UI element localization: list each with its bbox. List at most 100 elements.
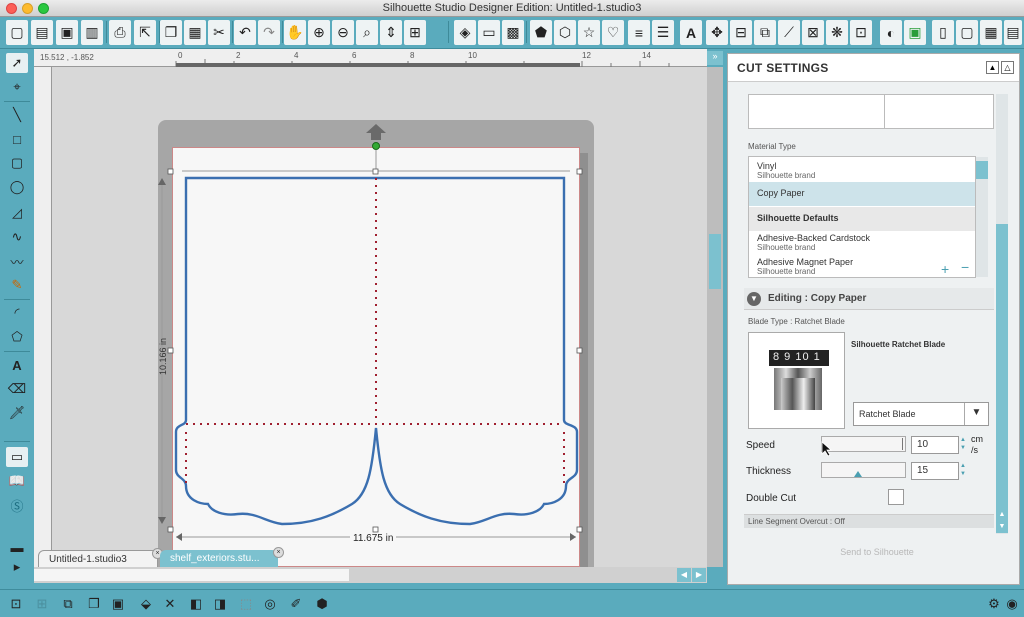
line-style-icon[interactable]: ≡ bbox=[628, 20, 650, 45]
print-icon[interactable]: ⎙ bbox=[109, 20, 131, 45]
knife-tool-icon[interactable]: 🗡 bbox=[6, 403, 28, 423]
arc-tool-icon[interactable]: ◜ bbox=[6, 303, 28, 323]
rectangle-tool-icon[interactable]: □ bbox=[6, 129, 28, 149]
transform-icon[interactable]: ✥ bbox=[706, 20, 728, 45]
remove-material-icon[interactable]: − bbox=[961, 259, 969, 275]
polygon-tool-icon[interactable]: ◿ bbox=[6, 203, 28, 223]
send-to-silhouette-button[interactable]: Send to Silhouette bbox=[748, 544, 1006, 562]
zoom-drag-icon[interactable]: ⇕ bbox=[380, 20, 402, 45]
double-cut-checkbox[interactable] bbox=[888, 489, 904, 505]
bring-forward-icon[interactable]: ◧ bbox=[186, 594, 206, 614]
send-backward-icon[interactable]: ◨ bbox=[210, 594, 230, 614]
material-copy-paper[interactable]: Copy Paper bbox=[749, 182, 975, 206]
editing-header[interactable]: ▼ Editing : Copy Paper bbox=[744, 288, 994, 310]
grid-settings-icon[interactable]: ▦ bbox=[980, 20, 1002, 45]
line-segment-bar[interactable]: Line Segment Overcut : Off bbox=[744, 514, 994, 528]
fit-to-page-icon[interactable]: ⊞ bbox=[404, 20, 426, 45]
cut-settings-icon[interactable]: ▯ bbox=[932, 20, 954, 45]
hscroll-left-arrow[interactable]: ◀ bbox=[677, 568, 691, 582]
line-tool-icon[interactable]: ╲ bbox=[6, 105, 28, 125]
line-weight-icon[interactable]: ☰ bbox=[652, 20, 674, 45]
offset-icon[interactable]: ❋ bbox=[826, 20, 848, 45]
select-pointer-icon[interactable]: ➚ bbox=[6, 53, 28, 73]
copy-icon[interactable]: ❐ bbox=[160, 20, 182, 45]
shape-star-icon[interactable]: ☆ bbox=[578, 20, 600, 45]
canvas-vertical-scrollbar[interactable] bbox=[707, 67, 723, 567]
fill-color-icon[interactable]: ◈ bbox=[454, 20, 476, 45]
hscroll-thumb[interactable] bbox=[34, 569, 349, 581]
thickness-input[interactable]: 15 bbox=[911, 462, 959, 480]
play-arrow-icon[interactable]: ▸ bbox=[6, 557, 28, 577]
regular-polygon-icon[interactable]: ⬠ bbox=[6, 327, 28, 347]
trace-icon[interactable]: ⊡ bbox=[850, 20, 872, 45]
pencil-tool-icon[interactable]: ✎ bbox=[6, 275, 28, 295]
zoom-in-icon[interactable]: ⊕ bbox=[308, 20, 330, 45]
blade-type-select[interactable]: Ratchet Blade ▼ bbox=[853, 402, 989, 426]
shape-hexagon-icon[interactable]: ⬡ bbox=[554, 20, 576, 45]
canvas-vscroll-thumb[interactable] bbox=[709, 234, 721, 289]
align-icon[interactable]: ⊟ bbox=[730, 20, 752, 45]
zoom-reset-icon[interactable]: ◉ bbox=[1002, 594, 1022, 614]
library-icon[interactable]: ▥ bbox=[81, 20, 103, 45]
canvas-horizontal-scrollbar[interactable]: ◀ ▶ bbox=[34, 567, 707, 583]
send-to-cutter-icon[interactable]: ⇱ bbox=[134, 20, 156, 45]
shape-pentagon-icon[interactable]: ⬟ bbox=[530, 20, 552, 45]
shape-heart-icon[interactable]: ♡ bbox=[602, 20, 624, 45]
curve-tool-icon[interactable]: ∿ bbox=[6, 227, 28, 247]
undo-icon[interactable]: ↶ bbox=[234, 20, 256, 45]
thickness-stepper[interactable]: ▲ ▼ bbox=[960, 462, 968, 480]
bring-to-front-icon[interactable]: ⬚ bbox=[236, 594, 256, 614]
ellipse-tool-icon[interactable]: ◯ bbox=[6, 177, 28, 197]
offset-shape-icon[interactable]: ◎ bbox=[260, 594, 280, 614]
open-folder-icon[interactable]: ▤ bbox=[31, 20, 53, 45]
tab-untitled[interactable]: Untitled-1.studio3 × bbox=[38, 548, 163, 568]
panel-collapse-up-icon[interactable]: ▲ bbox=[986, 61, 999, 74]
cube-3d-icon[interactable]: ⬢ bbox=[312, 594, 332, 614]
panel-pin-icon[interactable]: △ bbox=[1001, 61, 1014, 74]
replicate-icon[interactable]: ⧉ bbox=[754, 20, 776, 45]
weld-icon[interactable]: ⬙ bbox=[136, 594, 156, 614]
tab-shelf-exteriors[interactable]: shelf_exteriors.stu... × bbox=[160, 547, 284, 568]
add-material-icon[interactable]: + bbox=[941, 261, 949, 277]
redo-icon[interactable]: ↷ bbox=[258, 20, 280, 45]
text-style-icon[interactable]: A bbox=[680, 20, 702, 45]
freehand-tool-icon[interactable]: 〰 bbox=[6, 251, 28, 271]
expand-circle-icon[interactable]: ▼ bbox=[747, 292, 761, 306]
material-vinyl[interactable]: Vinyl Silhouette brand bbox=[749, 159, 975, 183]
panel-scroll-thumb[interactable] bbox=[996, 224, 1008, 514]
library-view-icon[interactable]: 📖 bbox=[6, 471, 28, 491]
group-select-icon[interactable]: ⊡ bbox=[6, 594, 26, 614]
ungroup-icon[interactable]: ⊞ bbox=[32, 594, 52, 614]
rounded-rect-tool-icon[interactable]: ▢ bbox=[6, 153, 28, 173]
cutter-icon[interactable]: ▢ bbox=[956, 20, 978, 45]
knife-icon[interactable]: ⟋ bbox=[778, 20, 800, 45]
release-compound-icon[interactable]: ▣ bbox=[108, 594, 128, 614]
eraser-pen-icon[interactable]: ✐ bbox=[286, 594, 306, 614]
cut-scissors-icon[interactable]: ✂ bbox=[208, 20, 230, 45]
zoom-selection-icon[interactable]: ⌕ bbox=[356, 20, 378, 45]
speed-stepper[interactable]: ▲ ▼ bbox=[960, 436, 968, 454]
edit-points-icon[interactable]: ⌖ bbox=[6, 77, 28, 97]
hscroll-right-arrow[interactable]: ▶ bbox=[692, 568, 706, 582]
store-icon[interactable]: ▤ bbox=[1004, 20, 1022, 45]
panel-scroll-down[interactable]: ▼ bbox=[996, 521, 1008, 533]
settings-gear-icon[interactable]: ⚙ bbox=[984, 594, 1004, 614]
tab-close-icon[interactable]: × bbox=[273, 547, 284, 558]
registration-marks-icon[interactable]: ▣ bbox=[904, 20, 926, 45]
speed-slider[interactable] bbox=[821, 436, 906, 452]
text-tool-icon[interactable]: A bbox=[6, 355, 28, 375]
slider-thumb-icon[interactable] bbox=[854, 471, 862, 477]
design-page[interactable] bbox=[172, 147, 580, 567]
material-list-scroll-thumb[interactable] bbox=[976, 161, 988, 179]
save-icon[interactable]: ▣ bbox=[56, 20, 78, 45]
delete-icon[interactable]: ✕ bbox=[160, 594, 180, 614]
group-icon[interactable]: ⧉ bbox=[58, 594, 78, 614]
silhouette-store-icon[interactable]: Ⓢ bbox=[6, 495, 28, 515]
design-view-icon[interactable]: ▭ bbox=[6, 447, 28, 467]
material-adhesive-cardstock[interactable]: Adhesive-Backed Cardstock Silhouette bra… bbox=[749, 231, 975, 255]
eraser-tool-icon[interactable]: ⌫ bbox=[6, 379, 28, 399]
thickness-slider[interactable] bbox=[821, 462, 906, 478]
line-color-icon[interactable]: ▭ bbox=[478, 20, 500, 45]
compound-path-icon[interactable]: ❐ bbox=[84, 594, 104, 614]
new-file-icon[interactable]: ▢ bbox=[6, 20, 28, 45]
